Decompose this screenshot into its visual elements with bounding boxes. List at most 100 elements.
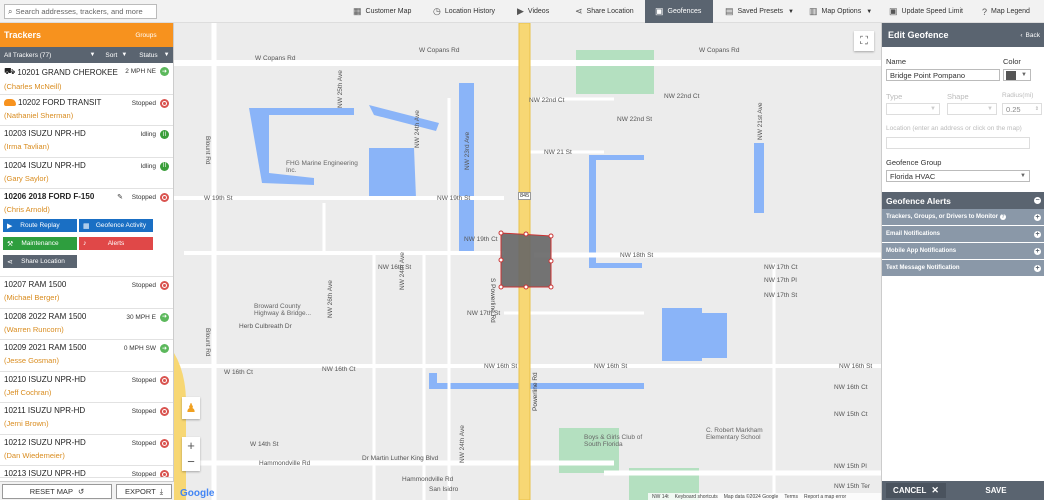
button-label: EXPORT <box>124 487 156 496</box>
stopped-status-icon <box>160 438 169 448</box>
tracker-row[interactable]: 10211 ISUZU NPR-HD (Jerni Brown) Stopped <box>0 403 173 435</box>
tracker-status: 30 MPH E <box>126 313 156 321</box>
nav-update-speed-limit[interactable]: ▣ Update Speed Limit <box>889 0 963 23</box>
trackers-title: Trackers <box>4 30 42 40</box>
nav-map-options[interactable]: ▥ Map Options ▼ <box>809 0 872 23</box>
trackers-header: Trackers Groups <box>0 23 173 47</box>
alert-text-message-notification[interactable]: Text Message Notification + <box>882 260 1044 276</box>
nav-map-legend[interactable]: ? Map Legend <box>982 0 1030 23</box>
chevron-down-icon: ▼ <box>866 8 873 15</box>
tracker-row[interactable]: 10212 ISUZU NPR-HD (Dan Wiedemeier) Stop… <box>0 435 173 466</box>
nav-location-history[interactable]: ◷ Location History <box>433 0 495 23</box>
geofence-icon: ▣ <box>655 6 664 16</box>
alerts-button[interactable]: ♪ Alerts <box>79 237 153 250</box>
map-label: San Isidro <box>429 486 459 493</box>
color-picker[interactable]: ▼ <box>1003 69 1031 81</box>
map-canvas[interactable]: W Copans Rd W Copans Rd W Copans Rd NW 2… <box>174 23 881 500</box>
radius-input[interactable]: 0.25 ⇕ <box>1002 103 1042 115</box>
moving-status-icon: ➜ <box>160 344 169 353</box>
tracker-driver: (Warren Runcorn) <box>4 324 64 334</box>
geofence-activity-button[interactable]: ▦ Geofence Activity <box>79 219 153 232</box>
type-label: Type <box>886 92 903 101</box>
search-icon: ⌕ <box>8 6 13 16</box>
map-label: NW 19th Ct <box>464 236 498 243</box>
alert-label: Trackers, Groups, or Drivers to Monitor <box>886 214 999 220</box>
nav-label: Location History <box>444 8 496 15</box>
terms-link[interactable]: Terms <box>784 494 798 500</box>
nav-label: Map Legend <box>991 8 1030 15</box>
zoom-in-button[interactable]: + <box>187 438 195 454</box>
sort-dropdown[interactable]: Sort ▼ <box>99 52 133 59</box>
collapse-icon: − <box>1034 197 1041 204</box>
tracker-status: Stopped <box>131 408 156 415</box>
geofence-alerts-header[interactable]: Geofence Alerts − <box>882 192 1044 209</box>
chevron-down-icon: ▼ <box>788 8 794 15</box>
tracker-driver: (Michael Berger) <box>4 293 60 302</box>
save-button[interactable]: SAVE <box>950 483 1042 498</box>
back-button[interactable]: ‹ Back <box>1020 32 1040 39</box>
stopped-status-icon <box>160 470 169 477</box>
zoom-out-button[interactable]: − <box>187 454 195 470</box>
map-label: W 16th Ct <box>224 369 253 376</box>
share-icon: ⋖ <box>575 6 583 16</box>
export-button[interactable]: EXPORT ⤓ <box>116 484 172 499</box>
groups-button[interactable]: Groups <box>123 32 169 39</box>
edit-pencil-icon[interactable]: ✎ <box>117 193 123 201</box>
maintenance-button[interactable]: ⚒ Maintenance <box>3 237 77 250</box>
geofence-name-input[interactable]: Bridge Point Pompano <box>886 69 1000 81</box>
map-label: NW 26th Ave <box>327 280 334 318</box>
map-footer-road: NW 14t <box>652 493 669 500</box>
stopped-status-icon <box>160 407 169 416</box>
alert-label: Mobile App Notifications <box>886 248 957 254</box>
nav-label: Map Options <box>821 8 862 15</box>
nav-geofences[interactable]: ▣ Geofences <box>645 0 713 23</box>
tracker-row[interactable]: 10207 RAM 1500 (Michael Berger) Stopped <box>0 277 173 309</box>
tracker-row[interactable]: 10208 2022 RAM 1500 (Warren Runcorn) 30 … <box>0 309 173 340</box>
geofence-group-select[interactable]: Florida HVAC ▼ <box>886 170 1030 182</box>
map-label: Dr Martin Luther King Blvd <box>362 455 439 462</box>
nav-share-location[interactable]: ⋖ Share Location <box>575 0 634 23</box>
report-map-error-link[interactable]: Report a map error <box>804 494 846 500</box>
name-label: Name <box>886 57 907 66</box>
fullscreen-button[interactable]: ⛶ <box>854 31 874 51</box>
stepper-icon[interactable]: ⇕ <box>1035 106 1039 112</box>
nav-videos[interactable]: ▶ Videos <box>517 0 549 23</box>
street-view-pegman[interactable]: ♟ <box>182 397 200 419</box>
tracker-row[interactable]: ⛟ 10201 GRAND CHEROKEE (Charles McNeill) … <box>0 63 173 95</box>
keyboard-shortcuts-link[interactable]: Keyboard shortcuts <box>675 494 718 500</box>
tracker-row[interactable]: 10203 ISUZU NPR-HD (Irma Tavlian) Idling… <box>0 126 173 158</box>
tracker-status: Stopped <box>131 194 156 201</box>
reset-map-button[interactable]: RESET MAP ↺ <box>2 484 112 499</box>
location-input[interactable] <box>886 137 1030 149</box>
chevron-down-icon: ▼ <box>1021 72 1027 78</box>
nav-customer-map[interactable]: ▦ Customer Map <box>353 0 411 23</box>
tracker-row[interactable]: 10202 FORD TRANSIT (Nathaniel Sherman) S… <box>0 95 173 126</box>
nav-label: Geofences <box>667 8 702 15</box>
cancel-button[interactable]: CANCEL ✕ <box>886 483 946 498</box>
map-label: NW 22nd Ct <box>529 97 565 104</box>
status-dropdown[interactable]: Status ▼ <box>133 52 173 59</box>
alert-email-notifications[interactable]: Email Notifications + <box>882 226 1044 242</box>
tracker-row[interactable]: 10210 ISUZU NPR-HD (Jeff Cochran) Stoppe… <box>0 372 173 403</box>
tracker-row[interactable]: 10209 2021 RAM 1500 (Jesse Gosman) 0 MPH… <box>0 340 173 372</box>
type-select[interactable]: ▼ <box>886 103 940 115</box>
search-box[interactable]: ⌕ Search addresses, trackers, and more <box>4 4 157 19</box>
share-location-button[interactable]: ⋖ Share Location <box>3 255 77 268</box>
tracker-row[interactable]: 10213 ISUZU NPR-HD Stopped <box>0 466 173 478</box>
map-icon: ▦ <box>353 6 362 16</box>
nav-saved-presets[interactable]: ▤ Saved Presets ▼ <box>725 0 794 23</box>
tracker-row-selected[interactable]: 10206 2018 FORD F-150 (Chris Arnold) ✎ S… <box>0 189 173 277</box>
tracker-row[interactable]: 10204 ISUZU NPR-HD (Gary Saylor) Idling … <box>0 158 173 189</box>
grid-icon: ▦ <box>83 222 90 230</box>
save-icon: ▤ <box>725 6 734 16</box>
close-icon: ✕ <box>931 485 939 495</box>
all-trackers-dropdown[interactable]: All Trackers (77) ▼ <box>0 52 99 59</box>
alert-mobile-app-notifications[interactable]: Mobile App Notifications + <box>882 243 1044 259</box>
shape-select[interactable]: ▼ <box>947 103 997 115</box>
sort-label: Sort <box>105 51 118 59</box>
map-label: NW 16th Ct <box>322 366 356 373</box>
alert-trackers-monitor[interactable]: Trackers, Groups, or Drivers to Monitor?… <box>882 209 1044 225</box>
route-replay-button[interactable]: ▶ Route Replay <box>3 219 77 232</box>
save-label: SAVE <box>985 486 1007 495</box>
tracker-driver: (Nathaniel Sherman) <box>4 110 74 120</box>
